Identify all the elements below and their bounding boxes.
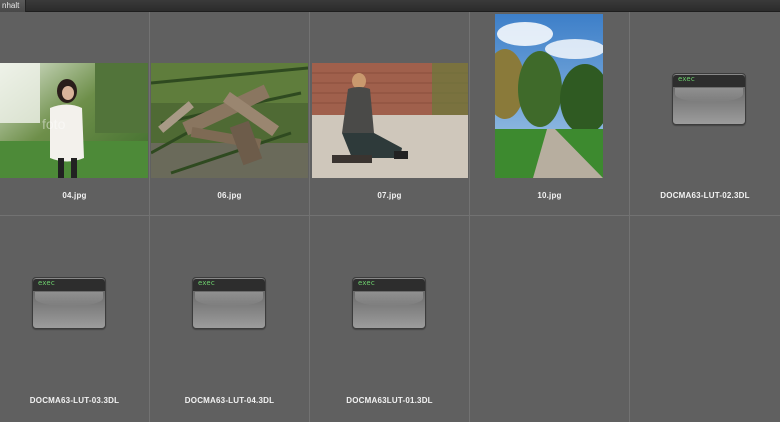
file-item-lut-02[interactable]: exec DOCMA63-LUT-02.3DL [630,12,780,216]
file-item-06[interactable]: 06.jpg [150,12,310,216]
thumbnail-07 [312,63,468,178]
window-top-bar: nhalt [0,0,780,12]
file-item-lut-01[interactable]: exec DOCMA63LUT-01.3DL [310,216,470,422]
exec-icon-text: exec [358,279,375,287]
exec-file-icon: exec [352,277,426,329]
thumbnail-10 [495,14,603,178]
file-name: DOCMA63-LUT-02.3DL [660,191,750,200]
file-item-lut-03[interactable]: exec DOCMA63-LUT-03.3DL [0,216,150,422]
empty-cell [630,216,780,422]
file-name: DOCMA63-LUT-03.3DL [29,396,120,405]
file-name: DOCMA63LUT-01.3DL [346,396,433,405]
exec-file-icon: exec [32,277,106,329]
file-item-lut-04[interactable]: exec DOCMA63-LUT-04.3DL [150,216,310,422]
exec-icon-text: exec [198,279,215,287]
file-name: 04.jpg [62,191,87,200]
watermark-text: foto [42,116,66,132]
file-item-10[interactable]: 10.jpg [470,12,630,216]
exec-icon-text: exec [678,75,695,83]
exec-file-icon: exec [672,73,746,125]
exec-file-icon: exec [192,277,266,329]
thumbnail-04: foto [0,63,148,178]
empty-cell [470,216,630,422]
file-name: DOCMA63-LUT-04.3DL [184,396,275,405]
tab-content[interactable]: nhalt [0,0,27,12]
file-name: 10.jpg [537,191,562,200]
file-item-04[interactable]: foto 04.jpg [0,12,150,216]
file-grid: foto 04.jpg 06.jpg 07.jpg 10.jpg exec DO… [0,12,780,422]
file-name: 07.jpg [377,191,402,200]
file-name: 06.jpg [217,191,242,200]
exec-icon-text: exec [38,279,55,287]
thumbnail-06 [151,63,308,178]
file-item-07[interactable]: 07.jpg [310,12,470,216]
